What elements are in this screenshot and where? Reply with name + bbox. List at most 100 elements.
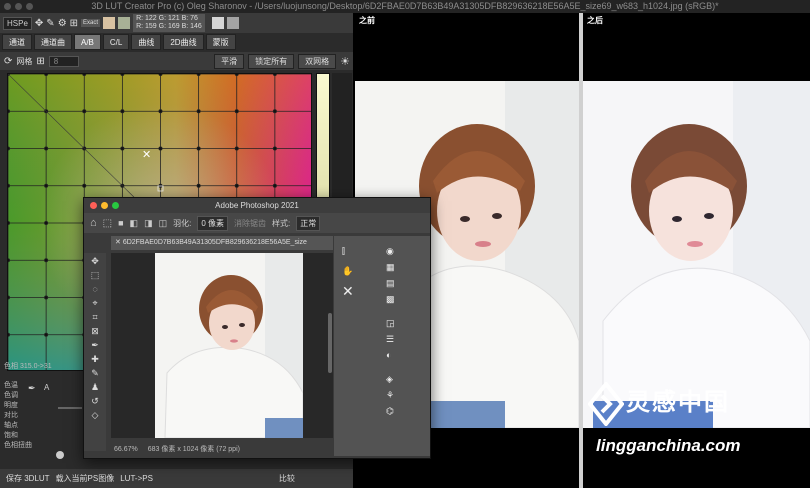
stamp-tool-icon[interactable]: ♟ (91, 382, 99, 393)
grid-node (44, 183, 49, 188)
picker-icon[interactable]: ✒ (28, 383, 42, 395)
settings-icon[interactable]: ⚙ (58, 18, 67, 29)
feather-input[interactable]: 0 像素 (197, 215, 228, 231)
eraser-tool-icon[interactable]: ◇ (92, 410, 99, 421)
ps-scrollbar[interactable] (328, 313, 332, 373)
tab-mask[interactable]: 蒙版 (205, 34, 236, 50)
ps-status-bar: 66.67% 683 像素 x 1024 像素 (72 ppi) (111, 444, 333, 456)
after-label: 之后 (587, 16, 603, 25)
close-icon[interactable] (90, 202, 97, 209)
ps-document-tab[interactable]: ✕ 6D2FBAE0D7B63B49A31305DFB829636218E56A… (111, 236, 333, 250)
readout-line-1: R: 122 G: 121 B: 76 (136, 15, 198, 22)
tab-2d-curves[interactable]: 2D曲线 (163, 34, 204, 50)
style-select[interactable]: 正常 (296, 215, 321, 231)
after-photo (583, 81, 810, 428)
eyedropper-tool-icon[interactable]: ✒ (91, 340, 99, 351)
eyedropper-icon[interactable]: ✎ (46, 18, 54, 29)
save-3dlut-button[interactable]: 保存 3DLUT (6, 473, 50, 484)
tab-channel-curve[interactable]: 通道曲 (34, 34, 72, 50)
slider-track[interactable] (58, 407, 82, 409)
move-tool-icon[interactable]: ✥ (91, 256, 99, 267)
smooth-button[interactable]: 平滑 (214, 53, 245, 69)
exact-toggle[interactable]: Exact (81, 19, 101, 27)
crop-tool-icon[interactable]: ⌗ (92, 312, 97, 323)
zoom-icon[interactable] (112, 202, 119, 209)
slider-handle[interactable] (56, 451, 64, 459)
frame-tool-icon[interactable]: ⊠ (91, 326, 99, 337)
rgb-readout: R: 122 G: 121 B: 76 R: 159 G: 169 B: 146 (133, 14, 205, 32)
double-grid-button[interactable]: 双网格 (298, 53, 337, 69)
slider-label-brightness: 明度 (4, 402, 18, 409)
move-icon[interactable]: ✥ (35, 18, 43, 29)
grid-node (234, 146, 239, 151)
tab-curves[interactable]: 曲线 (131, 34, 162, 50)
font-a-icon[interactable]: A (44, 383, 56, 395)
color-panel-icon[interactable]: ◉ (386, 246, 395, 256)
load-ps-image-button[interactable]: 载入当前PS图像 (56, 473, 115, 484)
properties-icon[interactable]: ⫿ (342, 246, 354, 256)
grid-toolbar: ⟳ 网格 ⊞ 8 平滑 锁定所有 双网格 ☀ (0, 52, 353, 70)
grid-node (272, 109, 277, 114)
add-selection-icon[interactable]: ◧ (130, 218, 139, 229)
history-brush-icon[interactable]: ↺ (91, 396, 99, 407)
sun-icon[interactable]: ☀ (340, 55, 350, 68)
swatches-icon[interactable]: ▦ (386, 262, 395, 272)
style-label: 样式: (272, 218, 291, 228)
grid-node (311, 110, 312, 113)
marquee-tool-icon[interactable]: ⬚ (91, 270, 100, 281)
slider-label-pivot: 轴点 (4, 422, 18, 429)
ps-title: Adobe Photoshop 2021 (215, 201, 299, 210)
grid-node (120, 146, 125, 151)
brush-tool-icon[interactable]: ✎ (91, 368, 99, 379)
refresh-icon[interactable]: ⟳ (4, 56, 12, 67)
home-icon[interactable]: ⌂ (90, 217, 97, 229)
tab-close-icon[interactable]: ✕ (115, 239, 123, 246)
healing-tool-icon[interactable]: ✚ (91, 354, 99, 365)
compare-button[interactable]: 比较 (279, 473, 295, 484)
gradients-icon[interactable]: ▤ (386, 278, 395, 288)
zoom-level[interactable]: 66.67% (114, 444, 138, 456)
lasso-tool-icon[interactable]: ◌ (92, 284, 97, 295)
paths-icon[interactable]: ⌬ (386, 406, 395, 416)
tools-cross-icon[interactable]: ✕ (342, 284, 354, 298)
grid-node (311, 74, 312, 76)
ps-options-bar: ⌂ ⬚ ■ ◧ ◨ ◫ 羽化: 0 像素 消除锯齿 样式: 正常 (84, 213, 430, 233)
tab-channel[interactable]: 通道 (2, 34, 32, 50)
ps-canvas-area[interactable] (111, 253, 333, 438)
grid-node (234, 183, 239, 188)
grid-node (82, 109, 87, 114)
bottom-bar: 保存 3DLUT 载入当前PS图像 LUT->PS 比较 (0, 469, 353, 488)
layers-icon[interactable]: ◈ (386, 374, 395, 384)
slider-label-hue-twist: 色相扭曲 (4, 442, 32, 449)
patterns-icon[interactable]: ▩ (386, 294, 395, 304)
new-selection-icon[interactable]: ■ (118, 218, 123, 228)
grid-size-field[interactable]: 8 (48, 55, 80, 67)
libraries-icon[interactable]: ◲ (386, 318, 395, 328)
lut-to-ps-button[interactable]: LUT->PS (120, 474, 153, 483)
hand-icon[interactable]: ✋ (342, 266, 354, 276)
quick-select-icon[interactable]: ⌖ (92, 298, 97, 309)
photoshop-window: Adobe Photoshop 2021 ⌂ ⬚ ■ ◧ ◨ ◫ 羽化: 0 像… (83, 197, 431, 459)
color-swatch-before (211, 17, 224, 29)
grid-node (8, 332, 10, 337)
mode-tabs: 通道 通道曲 A/B C/L 曲线 2D曲线 蒙版 (0, 34, 353, 50)
marquee-icon[interactable]: ⬚ (103, 218, 112, 229)
styles-icon[interactable]: ◐ (386, 350, 395, 360)
grid-toggle-icon[interactable]: ⊞ (70, 18, 78, 29)
lock-all-button[interactable]: 锁定所有 (248, 53, 295, 69)
channels-icon[interactable]: ⚘ (386, 390, 395, 400)
tab-cl[interactable]: C/L (102, 34, 130, 50)
grid-icon[interactable]: ⊞ (36, 56, 44, 67)
window-title: 3D LUT Creator Pro (c) Oleg Sharonov - /… (91, 1, 719, 11)
watermark-logo-icon (588, 382, 624, 426)
anti-alias-checkbox[interactable]: 消除锯齿 (234, 218, 266, 229)
grid-node (82, 74, 87, 76)
subtract-selection-icon[interactable]: ◨ (144, 218, 153, 229)
minimize-icon[interactable] (101, 202, 108, 209)
colorspace-select[interactable]: HSPe (3, 16, 32, 30)
grid-node (158, 109, 163, 114)
tab-ab[interactable]: A/B (74, 34, 101, 50)
intersect-selection-icon[interactable]: ◫ (159, 218, 168, 229)
grid-node (44, 146, 49, 151)
adjustments-icon[interactable]: ☰ (386, 334, 395, 344)
